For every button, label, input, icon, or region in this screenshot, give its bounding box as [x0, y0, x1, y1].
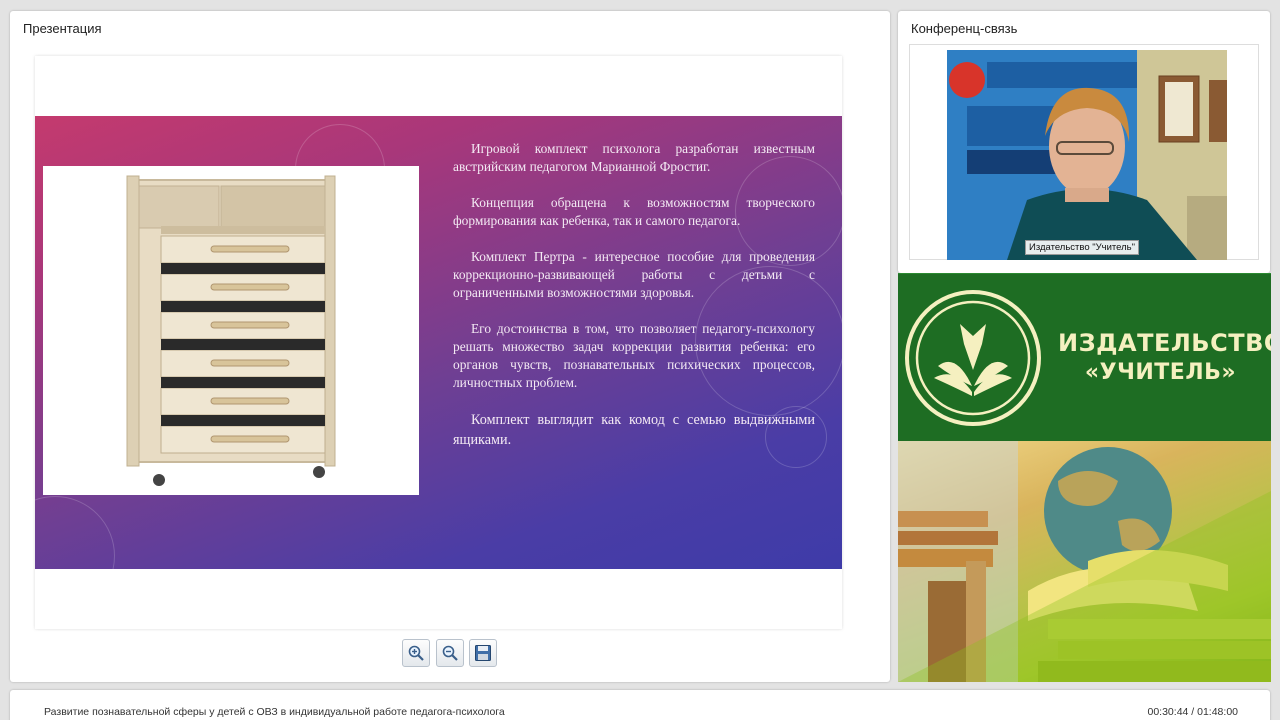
save-button[interactable]: [469, 639, 497, 667]
cabinet-photo: [43, 166, 419, 495]
zoom-in-icon: [408, 645, 424, 661]
slide-paragraph: Комплект Пертра - интересное пособие для…: [453, 249, 815, 300]
participant-video: Издательство "Учитель": [947, 50, 1227, 260]
publisher-name-line1: ИЗДАТЕЛЬСТВО: [1058, 329, 1271, 357]
conference-panel: Конференц-связь Издательство "Учитель": [898, 11, 1270, 273]
books-globe-image: [898, 441, 1271, 682]
decor-circle: [35, 496, 115, 569]
zoom-out-button[interactable]: [436, 639, 464, 667]
zoom-out-icon: [442, 645, 458, 661]
slide-viewer[interactable]: Игровой комплект психолога разработан из…: [35, 56, 842, 629]
lecture-title: Развитие познавательной сферы у детей с …: [44, 706, 505, 718]
slide-paragraph: Игровой комплект психолога разработан из…: [453, 141, 815, 174]
floppy-disk-icon: [475, 645, 491, 661]
participant-image: [947, 50, 1227, 260]
slide-paragraph: Комплект выглядит как комод с семью выдв…: [453, 412, 815, 448]
footer-bar: Развитие познавательной сферы у детей с …: [10, 690, 1270, 720]
participant-label: Издательство "Учитель": [1025, 240, 1140, 255]
video-frame[interactable]: Издательство "Учитель": [909, 44, 1259, 260]
publisher-logo-icon: [905, 290, 1041, 426]
playback-time: 00:30:44 / 01:48:00: [1147, 706, 1239, 718]
banner-logo-area: ИЗДАТЕЛЬСТВО «УЧИТЕЛЬ»: [898, 273, 1271, 441]
slide: Игровой комплект психолога разработан из…: [35, 116, 842, 569]
publisher-name-line2: «УЧИТЕЛЬ»: [1084, 360, 1237, 385]
books-globe-illustration: [898, 441, 1271, 682]
presentation-panel: Презентация Игровой комплект психолога р…: [10, 11, 890, 682]
slide-paragraph: Концепция обращена к возможностям творче…: [453, 195, 815, 228]
publisher-banner: ИЗДАТЕЛЬСТВО «УЧИТЕЛЬ»: [898, 273, 1271, 682]
zoom-in-button[interactable]: [402, 639, 430, 667]
presentation-title: Презентация: [23, 21, 102, 36]
slide-paragraph: Его достоинства в том, что позволяет пед…: [453, 321, 815, 390]
drawer-cabinet-image: [126, 175, 336, 486]
slide-text: Игровой комплект психолога разработан из…: [453, 140, 815, 468]
conference-title: Конференц-связь: [911, 21, 1018, 36]
